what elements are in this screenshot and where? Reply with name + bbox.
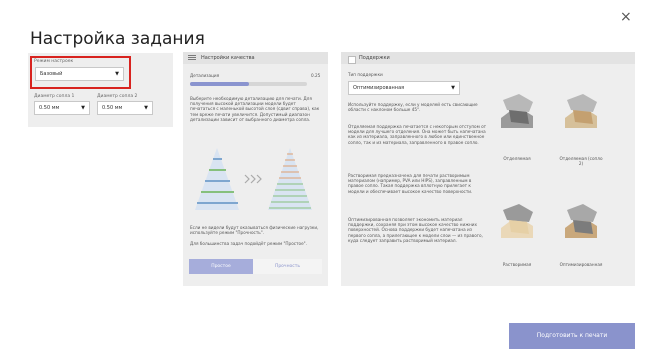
detail-value: 0.25 [311, 73, 321, 78]
chevron-right-icon [244, 174, 262, 184]
supports-paragraph-2: Отделяемая поддержка печатается с некото… [348, 124, 487, 145]
supports-header: Поддержки [341, 52, 635, 64]
detachable-support-image [501, 94, 533, 128]
supports-paragraph-3: Растворимая предназначена для печати рас… [348, 173, 473, 194]
nozzle2-value: 0.50 мм [102, 105, 123, 111]
quality-panel: Настройки качества Детализация 0.25 Выбе… [183, 52, 328, 286]
quality-header: Настройки качества [183, 52, 328, 64]
supports-paragraph-4: Оптимизированная позволяет экономить мат… [348, 217, 483, 243]
mode-label: Режим настроек [34, 59, 74, 64]
strength-button[interactable]: Прочность [253, 259, 322, 274]
thumb-caption: Отделяемая (сопло 2) [559, 156, 603, 166]
chevron-down-icon: ▼ [144, 105, 148, 111]
prepare-print-button[interactable]: Подготовить к печати [509, 323, 635, 349]
thumb-caption: Отделяемая [503, 156, 531, 161]
supports-title: Поддержки [359, 55, 390, 61]
support-type-select[interactable]: Оптимизированная ▼ [348, 81, 460, 95]
supports-panel: Поддержки Тип поддержки Оптимизированная… [341, 52, 635, 286]
coarse-layers [195, 148, 239, 210]
optimized-support-image [565, 204, 597, 238]
chevron-down-icon: ▼ [81, 105, 85, 111]
detail-slider-fill [190, 82, 249, 86]
chevron-down-icon: ▼ [115, 71, 119, 77]
simple-button[interactable]: Простое [189, 259, 253, 274]
nozzle2-label: Диаметр сопла 2 [97, 94, 138, 99]
quality-description: Выберите необходимую детализацию для печ… [190, 96, 320, 122]
quality-hint-2: Для большинства задач подойдёт режим "Пр… [190, 241, 307, 246]
detail-label: Детализация [190, 73, 220, 78]
detachable-support-2-image [565, 94, 597, 128]
nozzle2-select[interactable]: 0.50 мм ▼ [97, 101, 153, 115]
supports-checkbox[interactable] [348, 56, 356, 64]
mode-value: Базовый [40, 71, 63, 77]
page-title: Настройка задания [30, 29, 205, 49]
soluble-support-image [501, 204, 533, 238]
quality-icon [188, 55, 196, 61]
fine-layers [268, 148, 312, 210]
nozzle1-value: 0.50 мм [39, 105, 60, 111]
supports-paragraph-1: Используйте поддержку, если у моделей ес… [348, 102, 478, 113]
quality-hint: Если не видели будут оказываться физичес… [190, 225, 319, 236]
mode-select[interactable]: Базовый ▼ [35, 67, 124, 81]
thumb-caption: Оптимизированная [559, 262, 603, 267]
nozzle1-label: Диаметр сопла 1 [34, 94, 75, 99]
close-icon[interactable]: × [620, 9, 632, 25]
support-type-value: Оптимизированная [353, 85, 405, 91]
nozzle1-select[interactable]: 0.50 мм ▼ [34, 101, 90, 115]
support-type-label: Тип поддержки [348, 72, 383, 77]
detail-slider[interactable] [190, 82, 307, 86]
chevron-down-icon: ▼ [451, 85, 455, 91]
printer-settings-panel: Режим настроек Базовый ▼ Диаметр сопла 1… [28, 53, 173, 127]
layer-height-illustration [195, 148, 312, 210]
quality-title: Настройки качества [201, 55, 255, 61]
quality-mode-toggle: Простое Прочность [189, 259, 322, 274]
thumb-caption: Растворимая [502, 262, 532, 267]
